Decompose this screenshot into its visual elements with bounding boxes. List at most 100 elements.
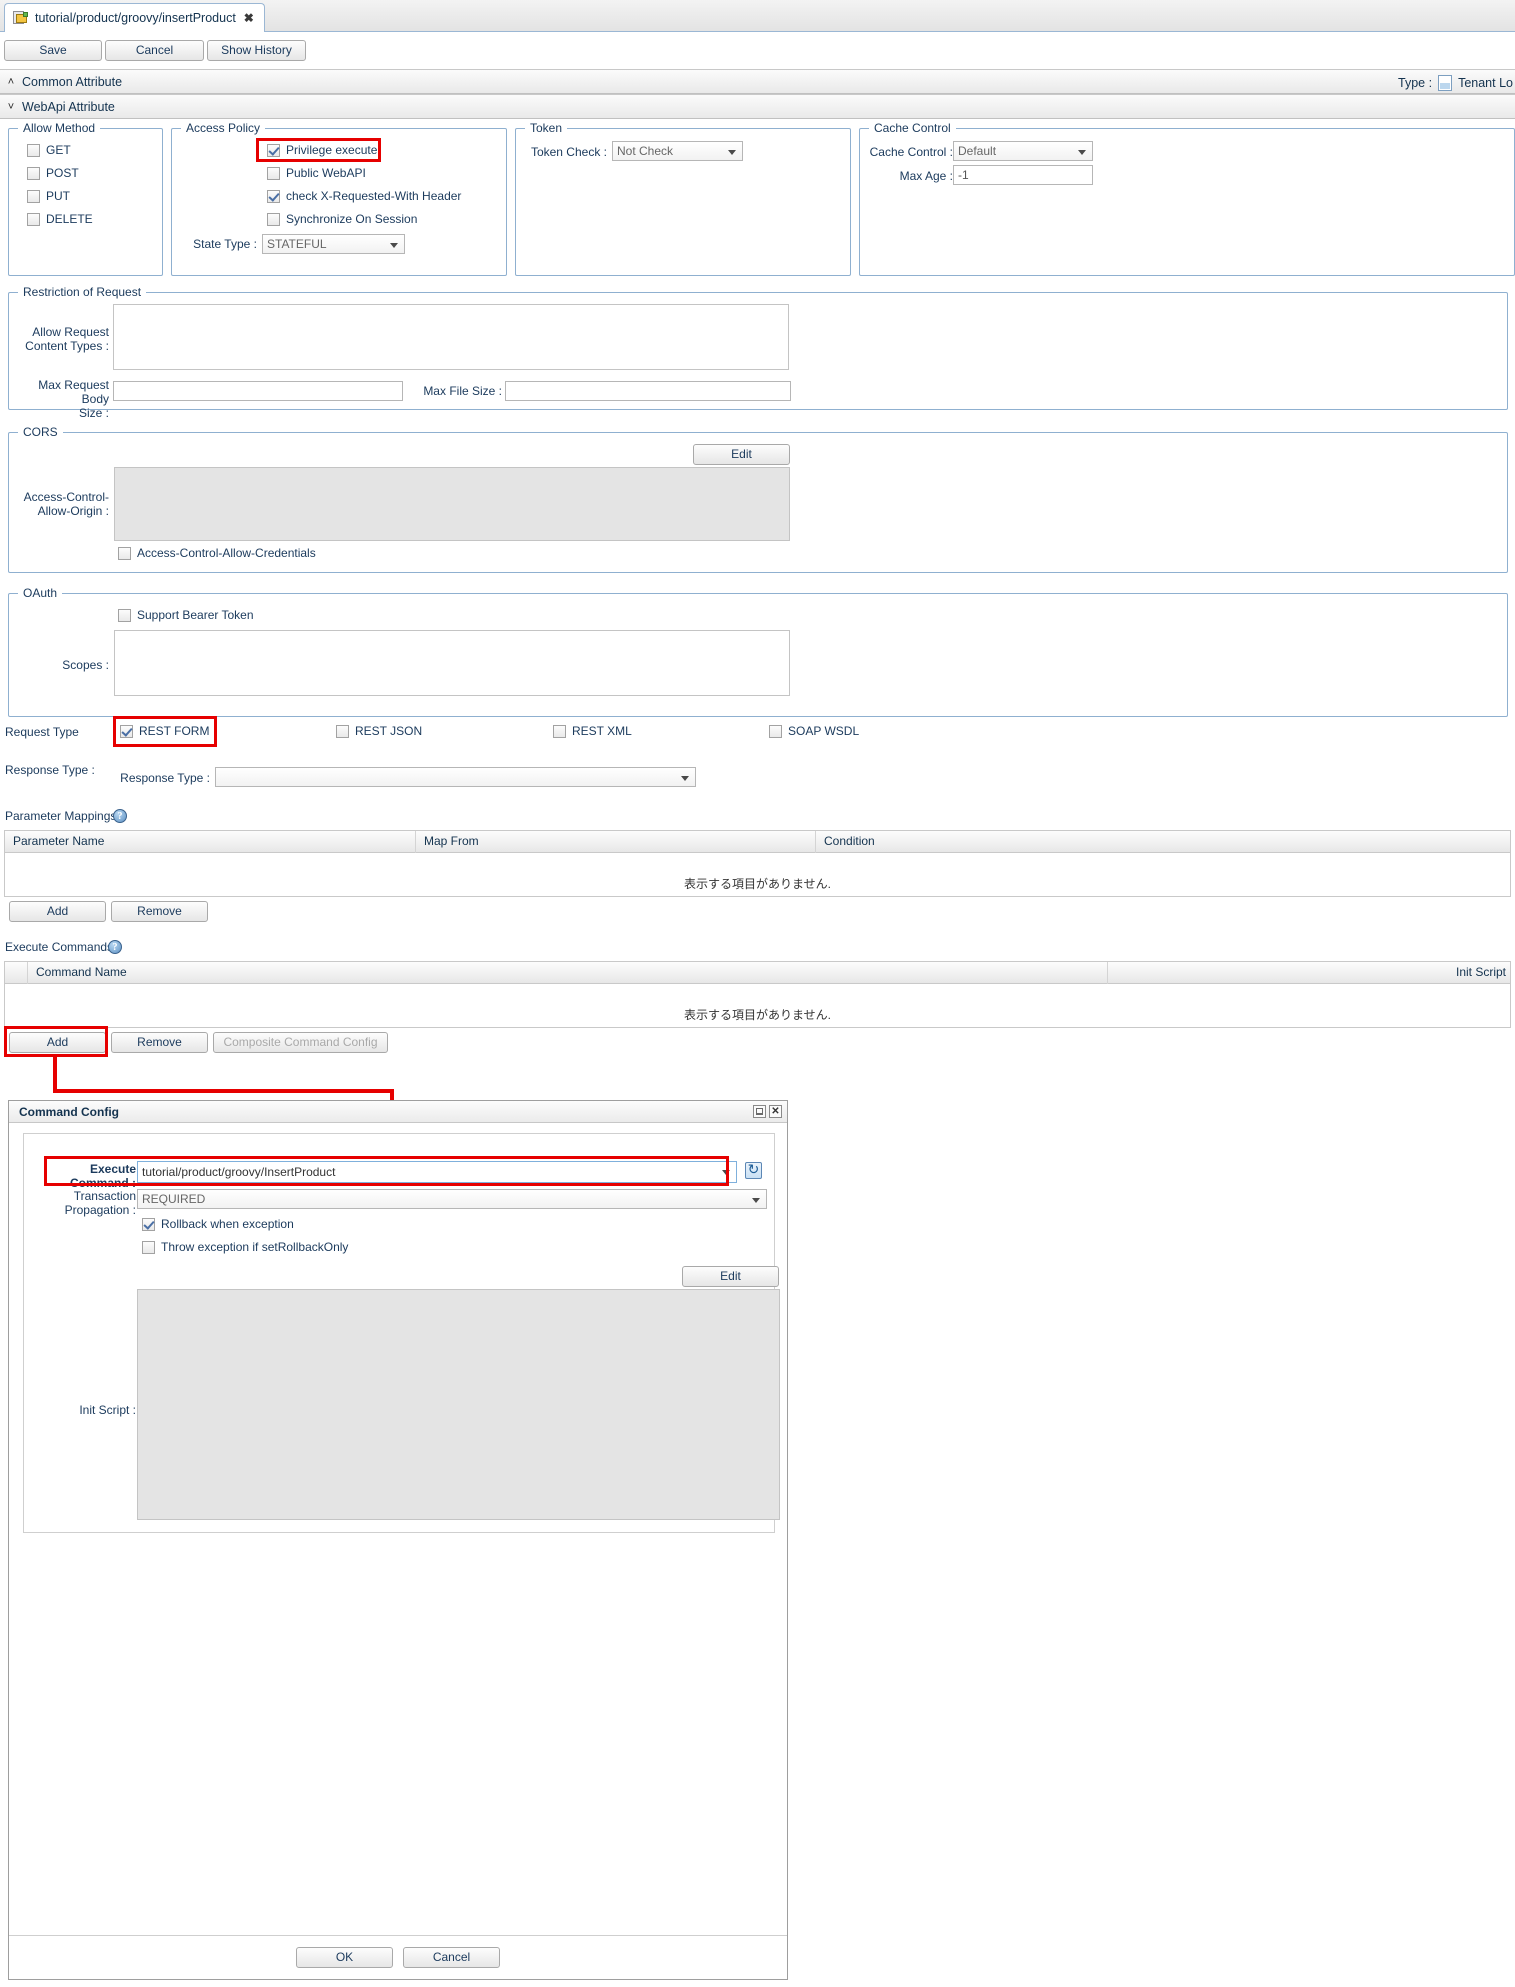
command-config-dialog: Command Config ✕ Execute Command : tutor… bbox=[8, 1100, 788, 1980]
checkbox-icon[interactable] bbox=[118, 608, 131, 622]
column-parameter-name[interactable]: Parameter Name bbox=[5, 831, 415, 853]
checkbox-icon[interactable] bbox=[267, 166, 280, 180]
dialog-title: Command Config bbox=[19, 1104, 119, 1119]
token-legend: Token bbox=[525, 121, 568, 135]
transaction-propagation-label: Transaction Propagation : bbox=[24, 1189, 136, 1217]
checkbox-put[interactable]: PUT bbox=[27, 189, 70, 203]
dialog-ok-button[interactable]: OK bbox=[296, 1947, 393, 1968]
token-check-label: Token Check : bbox=[530, 145, 607, 159]
dialog-title-bar[interactable]: Command Config ✕ bbox=[9, 1101, 787, 1123]
parameter-mappings-add-button[interactable]: Add bbox=[9, 901, 106, 922]
token-check-select[interactable]: Not Check bbox=[612, 141, 743, 161]
response-type-select[interactable] bbox=[215, 767, 696, 787]
execute-commands-remove-button[interactable]: Remove bbox=[111, 1032, 208, 1053]
transaction-propagation-select[interactable]: REQUIRED bbox=[137, 1189, 767, 1209]
checkbox-icon[interactable] bbox=[336, 724, 349, 738]
checkbox-soap-wsdl[interactable]: SOAP WSDL bbox=[769, 724, 859, 738]
checkbox-rest-xml[interactable]: REST XML bbox=[553, 724, 632, 738]
cache-control-legend: Cache Control bbox=[869, 121, 956, 135]
webapi-definition-page: tutorial/product/groovy/insertProduct ✖ … bbox=[0, 0, 1515, 1987]
tab-insert-product[interactable]: tutorial/product/groovy/insertProduct ✖ bbox=[4, 3, 265, 32]
cache-control-value: Default bbox=[958, 144, 997, 158]
execute-command-label: Execute Command : bbox=[24, 1162, 136, 1190]
minimize-icon[interactable] bbox=[753, 1105, 766, 1118]
execute-commands-add-button[interactable]: Add bbox=[9, 1032, 106, 1053]
access-policy-fieldset: Access Policy Privilege execute Public W… bbox=[171, 121, 507, 276]
checkbox-icon[interactable] bbox=[118, 546, 131, 560]
column-init-script[interactable]: Init Script bbox=[1107, 962, 1512, 984]
checkbox-access-control-allow-credentials-label: Access-Control-Allow-Credentials bbox=[137, 546, 316, 560]
checkbox-icon[interactable] bbox=[27, 189, 40, 203]
show-history-button[interactable]: Show History bbox=[207, 40, 306, 61]
column-map-from[interactable]: Map From bbox=[415, 831, 815, 853]
chevron-up-icon[interactable]: ˄ bbox=[0, 76, 22, 88]
connector-horizontal bbox=[53, 1089, 394, 1093]
checkbox-privilege-execute[interactable]: Privilege execute bbox=[267, 143, 377, 157]
checkbox-icon[interactable] bbox=[142, 1240, 155, 1254]
close-icon[interactable]: ✖ bbox=[244, 11, 254, 25]
section-common-attribute[interactable]: ˄ Common Attribute Type : Tenant Lo bbox=[0, 69, 1515, 94]
connector-vertical-1 bbox=[53, 1057, 57, 1093]
checkbox-icon[interactable] bbox=[553, 724, 566, 738]
checkbox-rest-xml-label: REST XML bbox=[572, 724, 632, 738]
execute-command-value: tutorial/product/groovy/InsertProduct bbox=[142, 1165, 336, 1179]
checkbox-icon[interactable] bbox=[769, 724, 782, 738]
checkbox-delete[interactable]: DELETE bbox=[27, 212, 93, 226]
checkbox-icon[interactable] bbox=[267, 189, 280, 203]
scopes-textarea[interactable] bbox=[114, 630, 790, 696]
cancel-button[interactable]: Cancel bbox=[105, 40, 204, 61]
checkbox-icon[interactable] bbox=[267, 212, 280, 226]
checkbox-get[interactable]: GET bbox=[27, 143, 71, 157]
dialog-cancel-button[interactable]: Cancel bbox=[403, 1947, 500, 1968]
checkbox-support-bearer-token[interactable]: Support Bearer Token bbox=[118, 608, 254, 622]
oauth-legend: OAuth bbox=[18, 586, 63, 600]
chevron-down-icon[interactable]: ˅ bbox=[0, 101, 22, 113]
parameter-mappings-remove-button[interactable]: Remove bbox=[111, 901, 208, 922]
checkbox-rollback-when-exception[interactable]: Rollback when exception bbox=[142, 1217, 294, 1231]
checkbox-throw-exception-if-setrollbackonly[interactable]: Throw exception if setRollbackOnly bbox=[142, 1240, 348, 1254]
column-command-name[interactable]: Command Name bbox=[27, 962, 1107, 984]
execute-command-select[interactable]: tutorial/product/groovy/InsertProduct bbox=[137, 1161, 737, 1183]
toolbar: Save Cancel Show History bbox=[0, 32, 1515, 69]
refresh-icon[interactable] bbox=[745, 1161, 762, 1179]
close-icon[interactable]: ✕ bbox=[769, 1105, 782, 1118]
access-control-allow-origin-textarea[interactable] bbox=[114, 467, 790, 541]
checkbox-icon[interactable] bbox=[267, 143, 280, 157]
checkbox-rest-json[interactable]: REST JSON bbox=[336, 724, 422, 738]
dialog-window-controls: ✕ bbox=[753, 1105, 787, 1118]
checkbox-public-webapi[interactable]: Public WebAPI bbox=[267, 166, 366, 180]
state-type-value: STATEFUL bbox=[267, 237, 327, 251]
cors-edit-button[interactable]: Edit bbox=[693, 444, 790, 465]
checkbox-check-x-requested-with-header[interactable]: check X-Requested-With Header bbox=[267, 189, 461, 203]
max-file-size-input[interactable] bbox=[505, 381, 791, 401]
init-script-label: Init Script : bbox=[79, 1403, 136, 1417]
oauth-fieldset: OAuth Support Bearer Token Scopes : bbox=[8, 586, 1508, 717]
checkbox-post[interactable]: POST bbox=[27, 166, 79, 180]
checkbox-access-control-allow-credentials[interactable]: Access-Control-Allow-Credentials bbox=[118, 546, 316, 560]
help-icon[interactable]: ? bbox=[108, 940, 122, 954]
init-script-textarea[interactable] bbox=[137, 1289, 780, 1520]
max-file-size-label: Max File Size : bbox=[423, 384, 502, 398]
checkbox-privilege-execute-label: Privilege execute bbox=[286, 143, 378, 157]
checkbox-rest-form[interactable]: REST FORM bbox=[120, 724, 209, 738]
save-button[interactable]: Save bbox=[4, 40, 102, 61]
checkbox-synchronize-on-session[interactable]: Synchronize On Session bbox=[267, 212, 417, 226]
table-header-row: Parameter Name Map From Condition bbox=[5, 831, 1510, 853]
cache-control-select[interactable]: Default bbox=[953, 141, 1093, 161]
type-label: Type : bbox=[1398, 75, 1433, 90]
init-script-edit-button[interactable]: Edit bbox=[682, 1266, 779, 1287]
state-type-select[interactable]: STATEFUL bbox=[262, 234, 405, 254]
section-webapi-attribute[interactable]: ˅ WebApi Attribute bbox=[0, 94, 1515, 119]
checkbox-icon[interactable] bbox=[27, 143, 40, 157]
checkbox-icon[interactable] bbox=[27, 212, 40, 226]
max-request-body-size-input[interactable] bbox=[113, 381, 403, 401]
checkbox-support-bearer-token-label: Support Bearer Token bbox=[137, 608, 254, 622]
checkbox-icon[interactable] bbox=[120, 724, 133, 738]
checkbox-icon[interactable] bbox=[142, 1217, 155, 1231]
column-condition[interactable]: Condition bbox=[815, 831, 1512, 853]
checkbox-icon[interactable] bbox=[27, 166, 40, 180]
allow-request-content-types-textarea[interactable] bbox=[113, 304, 789, 370]
max-age-input[interactable]: -1 bbox=[953, 165, 1093, 185]
help-icon[interactable]: ? bbox=[113, 809, 127, 823]
restriction-of-request-legend: Restriction of Request bbox=[18, 285, 147, 299]
